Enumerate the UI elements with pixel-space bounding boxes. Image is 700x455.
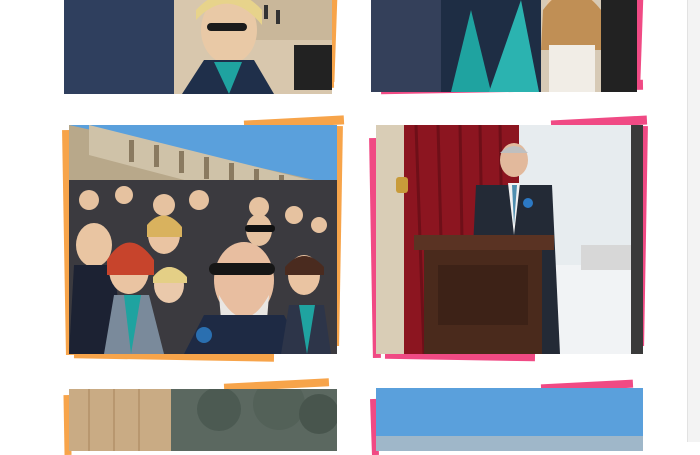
gallery-photo-1[interactable] [64,0,338,102]
page-scrollbar[interactable] [687,0,700,442]
gallery-photo-6[interactable] [370,379,653,455]
gallery-photo-5[interactable] [63,378,346,455]
gallery-photo-3[interactable] [62,115,346,364]
gallery-photo-4[interactable] [369,115,653,364]
photo-image [371,0,637,92]
photo-image [376,125,643,354]
photo-image [69,125,337,354]
gallery-photo-2[interactable] [371,0,644,102]
photo-image [64,0,332,94]
